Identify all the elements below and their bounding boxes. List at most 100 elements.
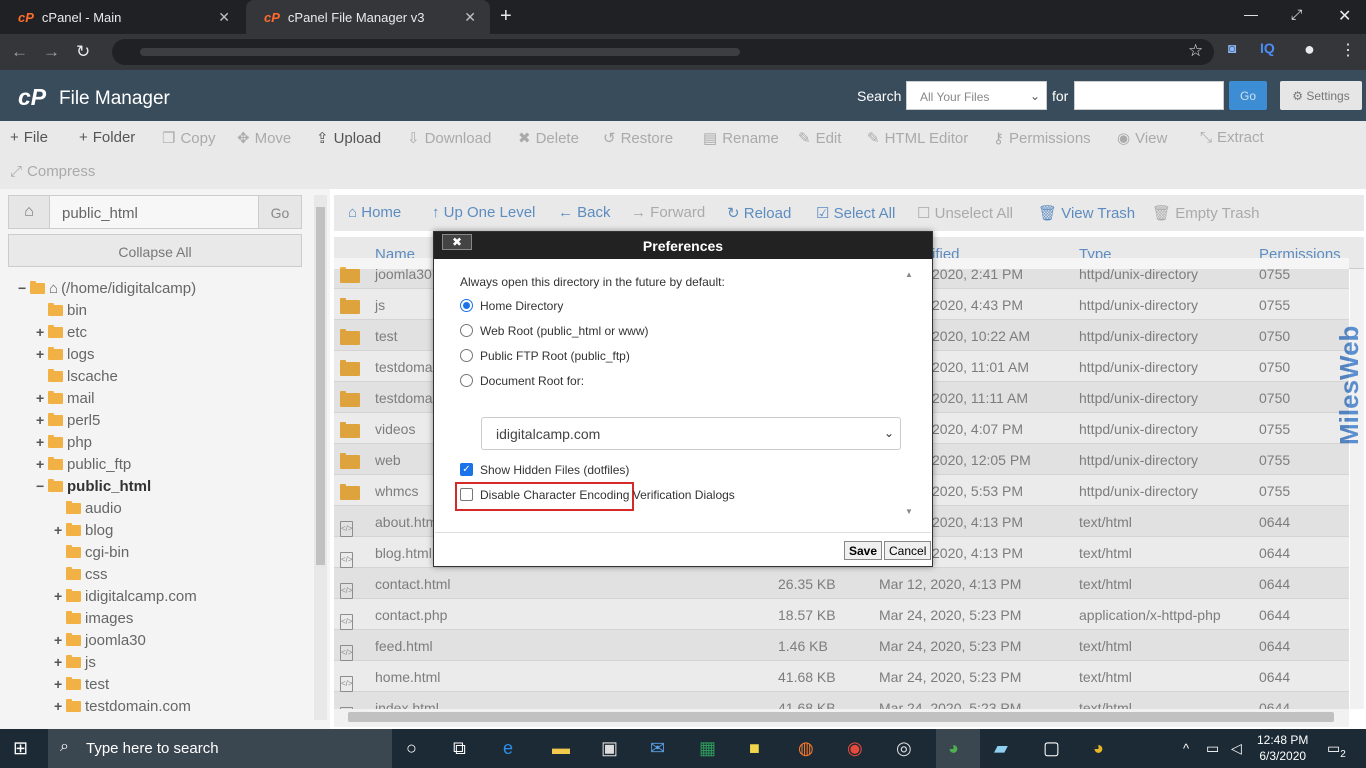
firefox-icon[interactable]: ◍ [798,738,814,759]
expand-icon[interactable]: + [54,632,66,648]
tree-item[interactable]: + php [36,431,92,453]
taskbar-search-box[interactable]: ⌕ Type here to search [48,729,392,768]
profile-avatar-icon[interactable]: ● [1304,39,1315,60]
expand-icon[interactable]: + [54,588,66,604]
compress-button[interactable]: ⤢ Compress [10,163,95,180]
path-go-button[interactable]: Go [258,195,302,229]
tree-item[interactable]: cgi-bin [54,541,129,563]
scroll-down-icon[interactable]: ▼ [905,507,913,516]
view-button[interactable]: ◉ View [1117,129,1167,147]
task-view-icon[interactable]: ⧉ [453,738,466,759]
collapse-icon[interactable]: − [36,478,48,494]
network-icon[interactable]: ▭ [1206,740,1219,757]
tree-item[interactable]: + js [54,651,96,673]
media-player-icon[interactable]: ◎ [896,738,912,759]
notepad-icon[interactable]: ▰ [994,738,1008,759]
settings-button[interactable]: ⚙ Settings [1280,81,1362,110]
html-editor-button[interactable]: ✎ HTML Editor [867,129,968,147]
store-icon[interactable]: ▣ [601,738,618,759]
collapse-icon[interactable]: − [18,280,30,296]
reload-icon[interactable]: ↻ [76,42,90,62]
chat-app-icon[interactable]: ◉ [847,738,863,759]
tree-item[interactable]: + blog [54,519,113,541]
show-hidden-files-checkbox[interactable]: ✓ [460,463,473,476]
windows-start-icon[interactable]: ⊞ [13,738,28,759]
remote-desktop-icon[interactable]: ▢ [1043,738,1060,759]
extension-icon[interactable]: ◙ [1228,40,1236,56]
dialog-close-button[interactable]: ✖ [442,234,472,250]
select-all-button[interactable]: ☑ Select All [816,204,895,222]
nav-home-button[interactable]: ⌂ Home [348,204,401,221]
document-root-radio[interactable] [460,374,473,387]
tree-item[interactable]: + logs [36,343,95,365]
expand-icon[interactable]: + [36,434,48,450]
tree-item[interactable]: + test [54,673,109,695]
mail-icon[interactable]: ✉ [650,738,665,759]
forward-button[interactable]: → Forward [631,204,705,221]
iq-extension-icon[interactable]: IQ [1260,40,1275,56]
path-input[interactable]: public_html [49,195,259,229]
horizontal-scrollbar-thumb[interactable] [348,712,1334,722]
search-scope-select[interactable]: All Your Files ⌄ [906,81,1047,110]
tree-item[interactable]: images [54,607,133,629]
expand-icon[interactable]: + [36,324,48,340]
tab-cpanel-main[interactable]: cP cPanel - Main ✕ [0,0,244,34]
home-directory-button[interactable]: ⌂ [8,195,50,229]
cortana-icon[interactable]: ○ [406,738,417,759]
close-window-icon[interactable]: ✕ [1338,6,1351,26]
chrome-active-taskbar-item[interactable]: ◕ [936,729,980,768]
reload-button[interactable]: ↻ Reload [727,204,791,222]
delete-button[interactable]: ✖ Delete [518,129,579,147]
dialog-scrollbar[interactable]: ▲ ▼ [902,270,917,516]
empty-trash-button[interactable]: 🗑 Empty Trash [1152,204,1259,222]
sticky-notes-icon[interactable]: ■ [749,738,760,759]
back-button[interactable]: ← Back [558,204,611,221]
upload-button[interactable]: ⇪ Upload [316,129,381,147]
taskbar-clock[interactable]: 12:48 PM 6/3/2020 [1257,732,1308,764]
tree-item[interactable]: bin [36,299,87,321]
url-input[interactable] [112,39,1214,65]
expand-icon[interactable]: + [54,676,66,692]
tree-scrollbar-thumb[interactable] [316,207,325,565]
scroll-up-icon[interactable]: ▲ [905,270,913,279]
public-ftp-root-radio[interactable] [460,349,473,362]
web-root-radio[interactable] [460,324,473,337]
tree-item[interactable]: audio [54,497,122,519]
restore-icon[interactable]: ⤢ [1291,6,1302,23]
tree-item[interactable]: + perl5 [36,409,100,431]
expand-icon[interactable]: + [36,390,48,406]
tree-item[interactable]: + joomla30 [54,629,146,651]
forward-arrow-icon[interactable]: → [43,42,60,62]
new-folder-button[interactable]: + Folder [79,129,135,146]
tree-item[interactable]: + testdomain.com [54,695,191,717]
chrome-canary-icon[interactable]: ◕ [1093,738,1104,759]
expand-icon[interactable]: + [36,456,48,472]
permissions-button[interactable]: ⚷ Permissions [993,129,1091,147]
collapse-all-button[interactable]: Collapse All [8,234,302,267]
show-hidden-tray-icon[interactable]: ^ [1183,741,1189,756]
document-root-select[interactable]: idigitalcamp.com ⌄ [481,417,901,450]
expand-icon[interactable]: + [54,698,66,714]
new-tab-button[interactable]: + [500,5,512,28]
home-directory-radio[interactable] [460,299,473,312]
expand-icon[interactable]: + [54,654,66,670]
tree-item[interactable]: + idigitalcamp.com [54,585,197,607]
extract-button[interactable]: ⤡ Extract [1200,129,1264,146]
edge-icon[interactable]: e [503,738,513,759]
expand-icon[interactable]: + [54,522,66,538]
new-file-button[interactable]: + File [10,129,48,146]
menu-kebab-icon[interactable]: ⋮ [1340,40,1356,60]
cpanel-logo[interactable]: cP [18,84,46,111]
tree-item[interactable]: + etc [36,321,87,343]
disable-encoding-checkbox[interactable] [460,488,473,501]
tree-item[interactable]: − public_html [36,475,151,497]
unselect-all-button[interactable]: ☐ Unselect All [917,204,1013,222]
excel-icon[interactable]: ▦ [699,738,716,759]
search-input[interactable] [1074,81,1224,110]
tab-file-manager[interactable]: cP cPanel File Manager v3 ✕ [246,0,490,34]
tree-item[interactable]: + mail [36,387,95,409]
expand-icon[interactable]: + [36,412,48,428]
notification-center-icon[interactable]: ▭2 [1327,740,1346,760]
save-button[interactable]: Save [844,541,883,560]
close-tab-icon[interactable]: ✕ [218,9,230,26]
